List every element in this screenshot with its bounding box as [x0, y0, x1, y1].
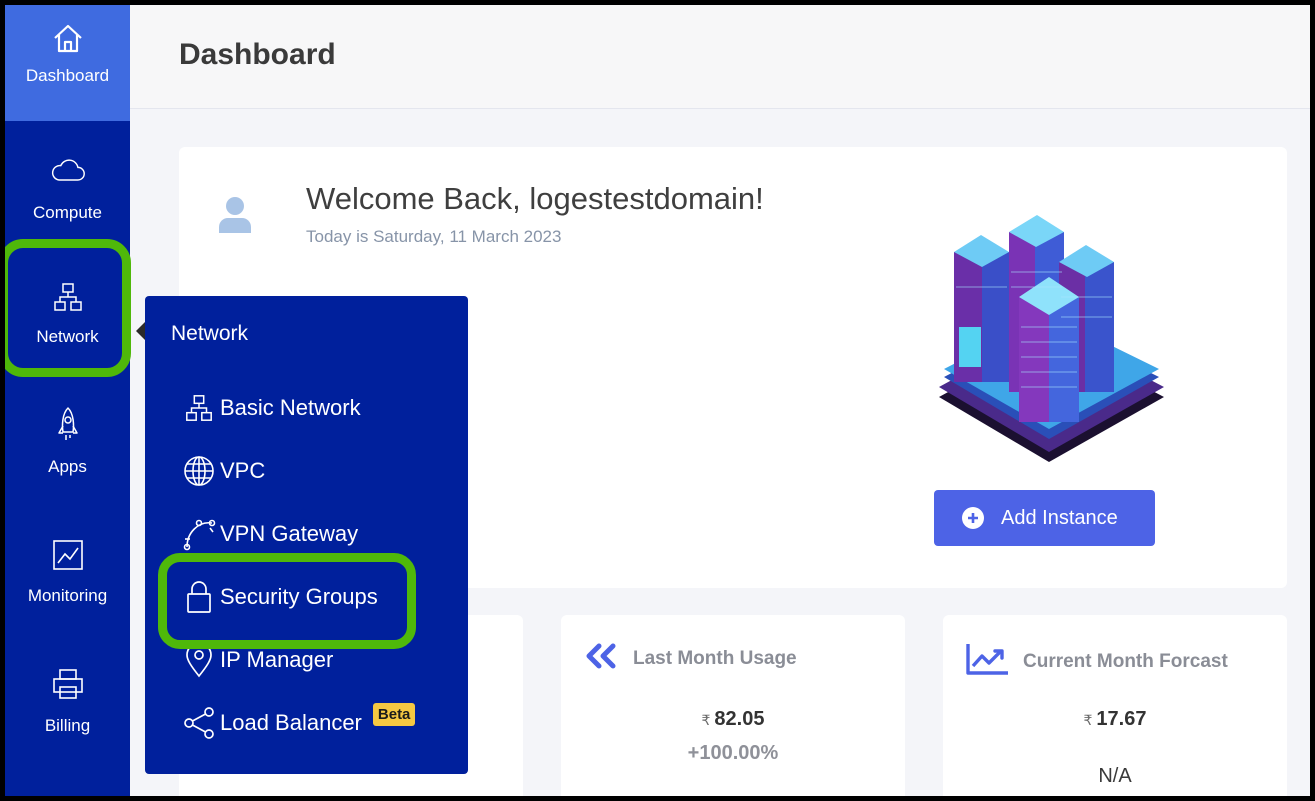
- sidebar-item-label: Apps: [48, 457, 87, 476]
- plus-icon: [962, 507, 984, 529]
- menu-item-label: Load Balancer: [220, 710, 362, 735]
- beta-badge: Beta: [372, 702, 416, 726]
- page-header: Dashboard: [130, 5, 1310, 109]
- home-icon: [50, 21, 86, 57]
- currency-symbol: ₹: [1083, 712, 1093, 728]
- stat-amount: ₹17.67: [943, 708, 1287, 731]
- printer-icon: [50, 666, 86, 702]
- menu-item-label: Security Groups: [220, 584, 378, 609]
- menu-item-load-balancer[interactable]: Load Balancer Beta: [182, 702, 416, 740]
- menu-item-label: VPC: [220, 458, 266, 483]
- sidebar-item-label: Monitoring: [27, 586, 108, 605]
- rocket-icon: [50, 407, 86, 443]
- add-instance-button[interactable]: Add Instance: [934, 490, 1155, 546]
- page-title: Dashboard: [179, 38, 336, 71]
- sidebar-item-billing[interactable]: Billing: [5, 666, 130, 736]
- flyout-title: Network: [171, 322, 249, 345]
- menu-item-security-groups[interactable]: Security Groups: [182, 580, 378, 614]
- menu-item-vpn-gateway[interactable]: VPN Gateway: [182, 517, 358, 551]
- current-month-forecast-card: Current Month Forcast ₹17.67 N/A: [943, 615, 1287, 796]
- menu-item-ip-manager[interactable]: IP Manager: [182, 642, 334, 678]
- menu-item-basic-network[interactable]: Basic Network: [182, 391, 361, 425]
- network-icon: [182, 391, 216, 425]
- sidebar-item-compute[interactable]: Compute: [5, 153, 130, 223]
- amount-value: 82.05: [714, 708, 765, 730]
- sidebar-item-label: Dashboard: [25, 66, 110, 85]
- sidebar-item-apps[interactable]: Apps: [5, 407, 130, 477]
- sidebar-item-label: Billing: [44, 716, 91, 735]
- stat-title: Current Month Forcast: [1023, 650, 1228, 672]
- cloud-icon: [50, 153, 86, 189]
- stat-amount: ₹82.05: [561, 708, 905, 731]
- sidebar-item-label: Network: [36, 327, 99, 346]
- last-month-usage-card: Last Month Usage ₹82.05 +100.00%: [561, 615, 905, 796]
- welcome-date: Today is Saturday, 11 March 2023: [306, 227, 562, 246]
- trending-up-icon: [965, 642, 1009, 681]
- lock-icon: [182, 580, 216, 614]
- sidebar-item-monitoring[interactable]: Monitoring: [5, 537, 130, 606]
- amount-value: 17.67: [1096, 708, 1147, 730]
- stat-title: Last Month Usage: [633, 647, 797, 669]
- user-avatar-icon: [217, 195, 253, 238]
- menu-item-vpc[interactable]: VPC: [182, 454, 265, 488]
- globe-icon: [182, 454, 216, 488]
- location-pin-icon: [182, 642, 216, 678]
- server-illustration: [929, 177, 1169, 472]
- app-window: Dashboard Compute Network Apps Monitorin…: [5, 5, 1310, 796]
- stat-change: N/A: [1098, 765, 1132, 787]
- welcome-title: Welcome Back, logestestdomain!: [306, 181, 764, 216]
- add-instance-label: Add Instance: [1001, 506, 1118, 529]
- share-icon: [182, 706, 216, 740]
- stat-change: +100.00%: [687, 742, 779, 764]
- menu-item-label: VPN Gateway: [220, 521, 359, 546]
- menu-item-label: IP Manager: [220, 647, 334, 672]
- chart-icon: [50, 537, 86, 573]
- sidebar-item-dashboard[interactable]: Dashboard: [5, 5, 130, 121]
- sidebar: Dashboard Compute Network Apps Monitorin…: [5, 5, 130, 796]
- currency-symbol: ₹: [701, 712, 711, 728]
- sidebar-item-label: Compute: [33, 203, 102, 222]
- menu-item-label: Basic Network: [220, 395, 361, 420]
- vpn-icon: [182, 517, 216, 551]
- network-icon: [50, 279, 86, 315]
- double-chevron-left-icon: [583, 642, 619, 675]
- network-flyout-menu: Network Basic Network VPC VPN Gateway Se…: [145, 296, 468, 774]
- sidebar-item-network[interactable]: Network: [5, 279, 130, 347]
